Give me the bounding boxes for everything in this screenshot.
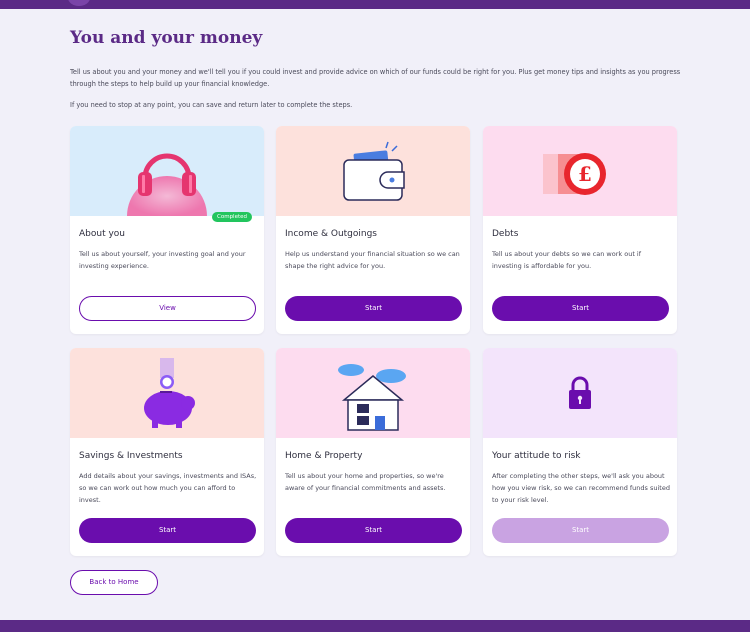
start-button[interactable]: Start: [285, 296, 462, 321]
card-title: Your attitude to risk: [492, 451, 581, 461]
logo-icon[interactable]: [68, 0, 90, 6]
page-title: You and your money: [70, 28, 263, 48]
card-home-property: Home & Property Tell us about your home …: [276, 348, 470, 556]
wallet-icon: [343, 141, 405, 201]
save-note-text: If you need to stop at any point, you ca…: [70, 101, 353, 109]
completed-badge: Completed: [212, 212, 252, 222]
card-title: Debts: [492, 229, 519, 239]
card-description: Help us understand your financial situat…: [285, 250, 460, 270]
card-description: Tell us about your home and properties, …: [285, 472, 446, 492]
card-image: [276, 348, 470, 438]
card-debts: £ Debts Tell us about your debts so we c…: [483, 126, 677, 334]
card-savings-investments: Savings & Investments Add details about …: [70, 348, 264, 556]
card-image: [70, 348, 264, 438]
card-image: [70, 126, 264, 216]
start-button[interactable]: Start: [79, 518, 256, 543]
start-button[interactable]: Start: [285, 518, 462, 543]
piggy-bank-icon: [144, 358, 195, 428]
pound-coin-icon: £: [543, 153, 606, 195]
card-description: Tell us about yourself, your investing g…: [79, 250, 246, 270]
card-image: [276, 126, 470, 216]
back-to-home-button[interactable]: Back to Home: [70, 570, 158, 595]
card-attitude-to-risk: Your attitude to risk After completing t…: [483, 348, 677, 556]
padlock-icon: [569, 376, 591, 409]
card-description: Tell us about your debts so we can work …: [492, 250, 642, 270]
headphones-icon: [127, 153, 207, 216]
top-header-bar: [0, 0, 750, 9]
card-image: £: [483, 126, 677, 216]
card-income-outgoings: Income & Outgoings Help us understand yo…: [276, 126, 470, 334]
card-title: Home & Property: [285, 451, 363, 461]
footer-bar: [0, 620, 750, 632]
card-title: About you: [79, 229, 126, 239]
svg-text:£: £: [578, 162, 592, 186]
start-button[interactable]: Start: [492, 296, 669, 321]
card-about-you: Completed About you Tell us about yourse…: [70, 126, 264, 334]
start-button-disabled: Start: [492, 518, 669, 543]
house-icon: [338, 364, 406, 431]
intro-text: Tell us about you and your money and we'…: [70, 68, 681, 88]
view-button[interactable]: View: [79, 296, 256, 321]
card-image: [483, 348, 677, 438]
card-description: Add details about your savings, investme…: [79, 472, 257, 504]
card-description: After completing the other steps, we'll …: [492, 472, 670, 504]
card-title: Savings & Investments: [79, 451, 183, 461]
card-title: Income & Outgoings: [285, 229, 377, 239]
